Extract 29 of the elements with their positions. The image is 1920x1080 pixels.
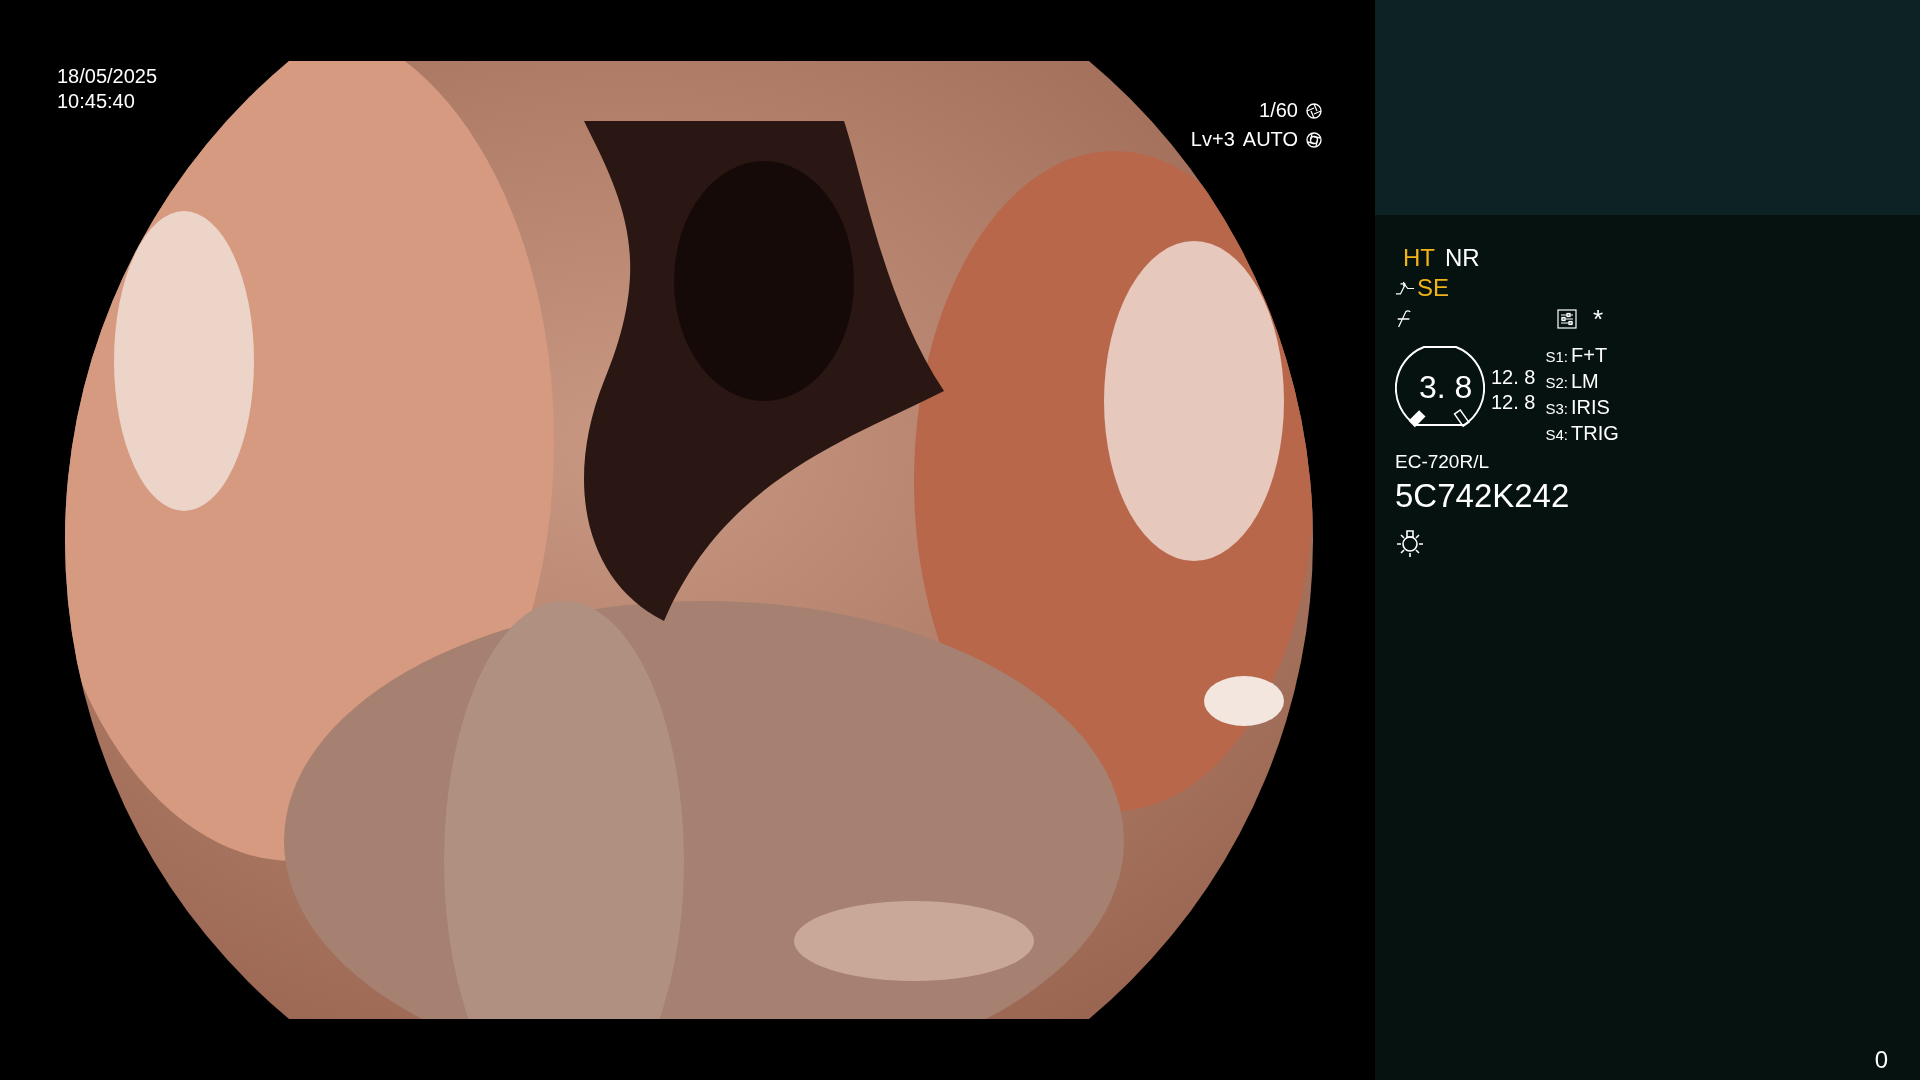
gauge-value: 3. 8 [1419, 369, 1473, 406]
aperture-icon [1306, 102, 1322, 119]
time-text: 10:45:40 [57, 89, 136, 114]
switch-key: S1: [1545, 344, 1568, 369]
switch-function: LM [1571, 369, 1599, 394]
reading-text: 12. 8 [1491, 390, 1536, 415]
serial-number: 5C742K242 [1395, 477, 1571, 515]
reading-text: 12. 8 [1491, 365, 1536, 390]
switch-key: S3: [1545, 396, 1568, 421]
exposure-mode-text: AUTO [1242, 128, 1298, 151]
scope-model: EC-720R/L [1395, 451, 1490, 473]
shutter-text: 1/60 [1259, 99, 1298, 122]
switch-function: F+T [1571, 343, 1608, 368]
marker-text: * [1593, 303, 1604, 335]
brightness-text: Lv+3 [1190, 128, 1235, 151]
light-icon [1395, 529, 1425, 559]
settings-icon [1557, 309, 1577, 329]
curve-icon [1395, 280, 1415, 296]
function-icon [1395, 310, 1413, 328]
mode-label: NR [1445, 244, 1480, 272]
aperture-icon [1306, 131, 1322, 148]
date-text: 18/05/2025 [57, 64, 158, 89]
switch-key: S2: [1545, 370, 1568, 395]
switch-key: S4: [1545, 422, 1568, 447]
mode-label: HT [1403, 244, 1435, 272]
switch-function: IRIS [1571, 395, 1610, 420]
switch-function: TRIG [1571, 421, 1619, 446]
counter-text: 0 [1874, 1046, 1888, 1074]
mode-label: SE [1417, 274, 1449, 302]
